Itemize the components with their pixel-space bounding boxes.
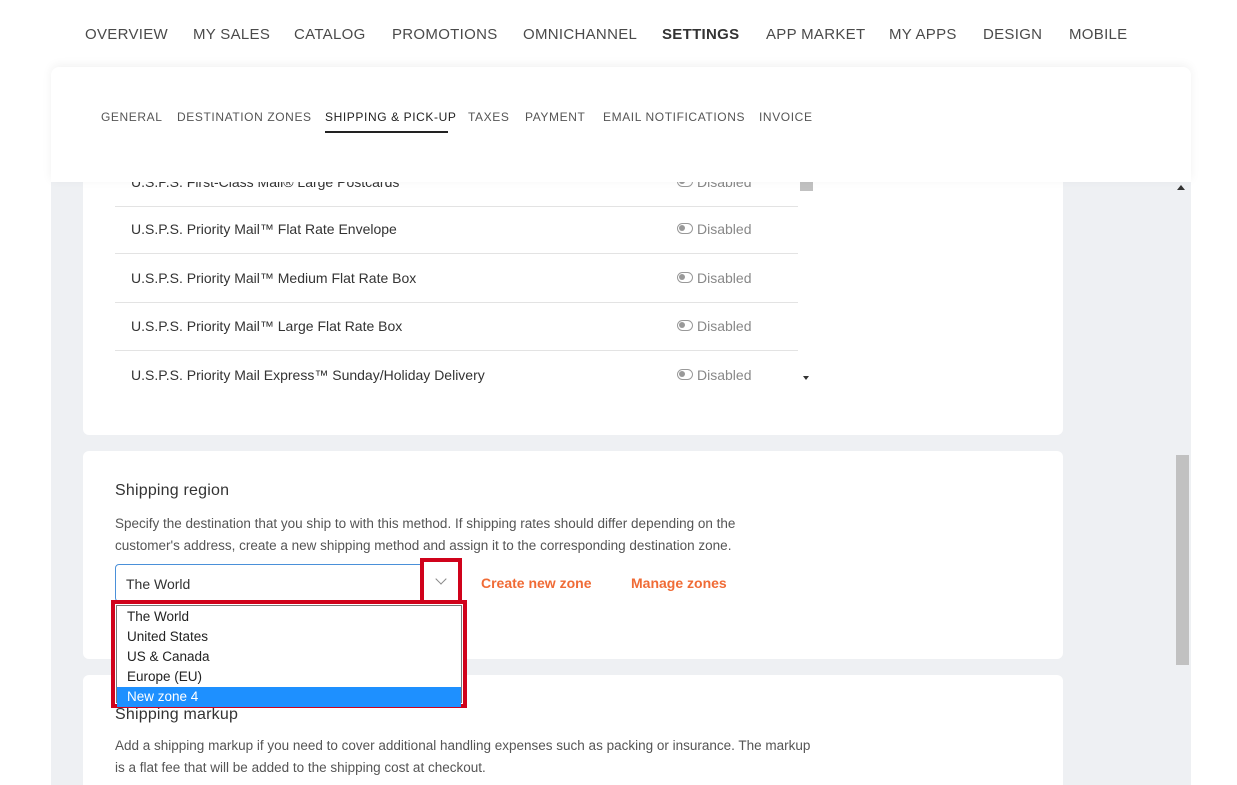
nav-my-apps[interactable]: MY APPS — [889, 26, 957, 43]
select-value: The World — [126, 576, 191, 592]
toggle-icon[interactable] — [677, 272, 693, 283]
tab-destination-zones[interactable]: DESTINATION ZONES — [177, 110, 312, 124]
list-scroll-down-icon[interactable] — [803, 376, 809, 380]
dropdown-toggle-button[interactable] — [420, 558, 462, 604]
nav-app-market[interactable]: APP MARKET — [766, 26, 865, 43]
create-new-zone-link[interactable]: Create new zone — [481, 575, 591, 591]
method-name: U.S.P.S. Priority Mail Express™ Sunday/H… — [131, 367, 485, 383]
method-name: U.S.P.S. Priority Mail™ Flat Rate Envelo… — [131, 221, 397, 237]
scroll-up-icon[interactable] — [1177, 185, 1185, 190]
tab-taxes[interactable]: TAXES — [468, 110, 509, 124]
method-status[interactable]: Disabled — [677, 270, 751, 286]
dropdown-option-highlighted[interactable]: New zone 4 — [117, 687, 461, 707]
nav-catalog[interactable]: CATALOG — [294, 26, 366, 43]
region-dropdown-list[interactable]: The World United States US & Canada Euro… — [111, 600, 467, 708]
method-status[interactable]: Disabled — [677, 221, 751, 237]
method-status[interactable]: Disabled — [677, 367, 751, 383]
nav-design[interactable]: DESIGN — [983, 26, 1042, 43]
shipping-markup-title: Shipping markup — [115, 706, 239, 723]
nav-overview[interactable]: OVERVIEW — [85, 26, 168, 43]
tab-invoice[interactable]: INVOICE — [759, 110, 813, 124]
shipping-region-title: Shipping region — [115, 482, 230, 499]
list-scrollbar-thumb[interactable] — [800, 182, 813, 191]
shipping-region-select[interactable]: The World — [115, 564, 460, 602]
chevron-down-icon — [435, 573, 447, 585]
method-row[interactable]: U.S.P.S. Priority Mail™ Flat Rate Envelo… — [115, 205, 798, 254]
tab-shipping-pickup[interactable]: SHIPPING & PICK-UP — [325, 110, 457, 124]
method-row[interactable]: U.S.P.S. Priority Mail Express™ Sunday/H… — [115, 351, 798, 387]
nav-mobile[interactable]: MOBILE — [1069, 26, 1127, 43]
shipping-region-description: Specify the destination that you ship to… — [115, 516, 736, 553]
dropdown-option[interactable]: United States — [117, 627, 461, 647]
tab-email-notifications[interactable]: EMAIL NOTIFICATIONS — [603, 110, 745, 124]
page-scrollbar-thumb[interactable] — [1176, 455, 1189, 665]
manage-zones-link[interactable]: Manage zones — [631, 575, 727, 591]
top-navigation: OVERVIEW MY SALES CATALOG PROMOTIONS OMN… — [0, 0, 1237, 70]
dropdown-option[interactable]: US & Canada — [117, 647, 461, 667]
settings-subnav: GENERAL DESTINATION ZONES SHIPPING & PIC… — [51, 67, 1191, 182]
nav-my-sales[interactable]: MY SALES — [193, 26, 270, 43]
method-name: U.S.P.S. Priority Mail™ Large Flat Rate … — [131, 318, 403, 334]
method-name: U.S.P.S. First-Class Mail® Large Postcar… — [131, 182, 400, 190]
shipping-methods-list[interactable]: U.S.P.S. First-Class Mail® Large Postcar… — [115, 182, 798, 387]
toggle-icon[interactable] — [677, 369, 693, 380]
method-row[interactable]: U.S.P.S. First-Class Mail® Large Postcar… — [115, 182, 798, 207]
dropdown-inner: The World United States US & Canada Euro… — [116, 605, 462, 707]
active-tab-underline — [325, 131, 448, 133]
nav-promotions[interactable]: PROMOTIONS — [392, 26, 498, 43]
method-name: U.S.P.S. Priority Mail™ Medium Flat Rate… — [131, 270, 417, 286]
tab-payment[interactable]: PAYMENT — [525, 110, 585, 124]
tab-general[interactable]: GENERAL — [101, 110, 163, 124]
method-status[interactable]: Disabled — [677, 318, 751, 334]
nav-omnichannel[interactable]: OMNICHANNEL — [523, 26, 637, 43]
dropdown-option[interactable]: The World — [117, 607, 461, 627]
method-status[interactable]: Disabled — [677, 182, 751, 190]
method-row[interactable]: U.S.P.S. Priority Mail™ Medium Flat Rate… — [115, 254, 798, 303]
dropdown-option[interactable]: Europe (EU) — [117, 667, 461, 687]
toggle-icon[interactable] — [677, 320, 693, 331]
shipping-markup-description: Add a shipping markup if you need to cov… — [115, 738, 811, 775]
nav-settings[interactable]: SETTINGS — [662, 26, 739, 43]
toggle-icon[interactable] — [677, 223, 693, 234]
method-row[interactable]: U.S.P.S. Priority Mail™ Large Flat Rate … — [115, 302, 798, 351]
